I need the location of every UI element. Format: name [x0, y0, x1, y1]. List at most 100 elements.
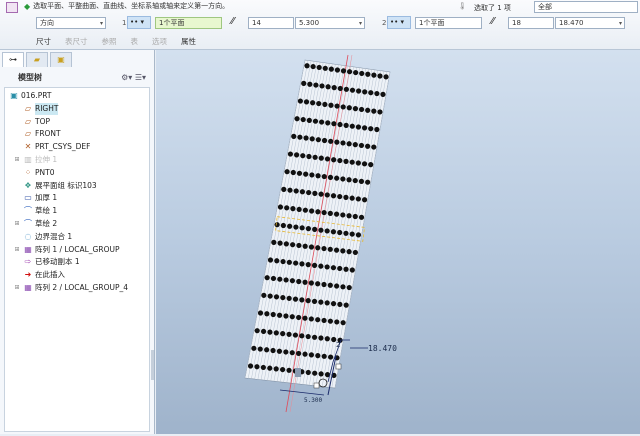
pattern-member-dot: [292, 332, 299, 338]
tree-item[interactable]: ▣ 016.PRT: [7, 90, 51, 102]
pattern-member-dot: [305, 369, 311, 376]
dir1-count-field[interactable]: 14: [248, 17, 294, 29]
tree-item[interactable]: ✕ PRT_CSYS_DEF: [13, 141, 91, 153]
tree-item[interactable]: ⁘ PNT0: [13, 167, 55, 179]
pattern-member-dot: [290, 242, 296, 248]
pattern-member-dot: [365, 179, 371, 185]
pattern-member-dot: [311, 262, 318, 268]
pattern-member-dot: [337, 229, 343, 236]
pattern-member-dot: [361, 125, 368, 131]
expand-icon[interactable]: ⊞: [13, 154, 21, 166]
tree-item[interactable]: ⊞ ▦ 阵列 2 / LOCAL_GROUP_4: [13, 282, 128, 294]
pattern-member-dot: [331, 85, 337, 91]
favorites-tab-icon[interactable]: ▣: [50, 52, 72, 67]
expand-icon[interactable]: ⊞: [13, 282, 21, 294]
pattern-member-dot: [257, 310, 264, 316]
pattern-member-dot: [287, 187, 293, 193]
datum-plane-icon: ▱: [24, 116, 32, 126]
tree-item[interactable]: ⊞ ▦ 阵列 1 / LOCAL_GROUP: [13, 244, 119, 256]
pattern-member-dot: [318, 299, 324, 305]
tree-item[interactable]: ⇨ 已移动副本 1: [13, 256, 80, 268]
pattern-member-dot: [361, 161, 368, 167]
tab-table[interactable]: 表: [131, 36, 139, 47]
pattern-member-dot: [374, 90, 380, 97]
tab-dimensions[interactable]: 尺寸: [36, 36, 51, 47]
pattern-member-dot: [328, 354, 334, 360]
panel-splitter[interactable]: [151, 350, 154, 380]
pattern-member-dot: [283, 241, 289, 247]
dir2-direction-button[interactable]: •• ▾: [387, 16, 411, 29]
tree-item[interactable]: ⊞ ⌒ 草绘 2: [13, 218, 57, 230]
pattern-member-dot: [309, 136, 315, 142]
tree-item[interactable]: ◌ 边界混合 1: [13, 231, 73, 243]
tree-item[interactable]: ⌒ 草绘 1: [13, 205, 57, 217]
dir1-spacing-field[interactable]: 5.300 ▾: [295, 17, 365, 29]
dir2-count-field[interactable]: 18: [508, 17, 554, 29]
model-view[interactable]: 18.470 2 5.300: [156, 50, 640, 434]
pattern-member-dot: [368, 126, 374, 132]
pattern-member-dot: [270, 311, 276, 318]
pattern-member-dot: [287, 151, 294, 157]
tree-item[interactable]: ▱ RIGHT: [13, 102, 59, 115]
pattern-member-dot: [281, 186, 287, 192]
model-tree-tab-icon[interactable]: ⊶: [2, 52, 24, 67]
pattern-member-dot: [312, 154, 318, 160]
pattern-member-dot: [340, 212, 346, 218]
model-tree-title: 模型树: [18, 73, 42, 82]
flip-direction-icon[interactable]: ⁄⁄: [231, 16, 234, 27]
tree-item[interactable]: ➜ 在此插入: [13, 269, 65, 281]
pattern-member-dot: [331, 157, 337, 163]
pattern-member-dot: [311, 298, 318, 304]
thermometer-icon: 🌡: [458, 2, 467, 10]
insert-here-icon: ➜: [24, 270, 32, 280]
pattern-member-dot: [318, 155, 324, 161]
folder-browser-tab-icon[interactable]: ▰: [26, 52, 48, 67]
expand-icon[interactable]: ⊞: [13, 218, 21, 230]
pattern-member-dot: [264, 311, 270, 317]
tree-item[interactable]: ▱ TOP: [13, 116, 50, 128]
sketch-icon: ⌒: [24, 206, 32, 216]
tree-item[interactable]: ▭ 加厚 1: [13, 192, 57, 204]
graphics-viewport[interactable]: 18.470 2 5.300: [156, 50, 640, 434]
pattern-member-dot: [333, 247, 340, 253]
flip-direction-icon[interactable]: ⁄⁄: [491, 16, 494, 27]
pattern-member-dot: [260, 328, 267, 335]
pattern-member-dot: [305, 226, 312, 232]
pattern-member-dot: [290, 206, 296, 212]
pattern-member-dot: [337, 157, 343, 164]
pattern-member-dot: [377, 109, 383, 115]
pattern-member-dot: [309, 208, 315, 214]
pattern-member-dot: [346, 105, 352, 111]
dir2-spacing-field[interactable]: 18.470 ▾: [555, 17, 625, 29]
message-text: 选取平面、平整曲面、直曲线、坐标系轴或轴来定义第一方向。: [33, 2, 230, 10]
tab-table-dimensions[interactable]: 表尺寸: [65, 36, 88, 47]
tab-options[interactable]: 选项: [152, 36, 167, 47]
pattern-member-dot: [303, 99, 310, 105]
pattern-member-dot: [337, 121, 343, 128]
pattern-type-select[interactable]: 方向 ▾: [36, 17, 106, 29]
tree-item[interactable]: ▱ FRONT: [13, 128, 61, 140]
filter-select[interactable]: 全部: [534, 1, 638, 13]
dir2-reference-field[interactable]: 1个平面: [415, 17, 482, 29]
tree-settings-icon[interactable]: ⚙▾: [121, 73, 132, 82]
show-menu-icon[interactable]: ☰▾: [135, 73, 146, 82]
tree-item[interactable]: ❖ 展平面组 标识103: [13, 180, 96, 192]
pattern-member-dot: [343, 266, 349, 272]
pattern-member-dot: [308, 244, 315, 250]
dir1-direction-button[interactable]: •• ▾: [127, 16, 151, 29]
expand-icon[interactable]: ⊞: [13, 244, 21, 256]
pattern-member-dot: [312, 118, 319, 124]
tree-item-label: 草绘 1: [35, 206, 58, 216]
pattern-member-dot: [321, 173, 327, 180]
pattern-member-dot: [371, 144, 377, 150]
pattern-member-dot: [322, 65, 328, 71]
pattern-member-dot: [267, 257, 274, 263]
pattern-member-dot: [280, 294, 286, 301]
tree-item[interactable]: ⊞ ▥ 拉伸 1: [13, 154, 57, 166]
tab-properties[interactable]: 属性: [181, 36, 196, 47]
tab-references[interactable]: 参照: [102, 36, 117, 47]
datum-point-icon: ⁘: [24, 167, 32, 177]
dir1-reference-field[interactable]: 1个平面: [155, 17, 222, 29]
pattern-member-dot: [318, 227, 324, 233]
dir1-index: 1: [122, 19, 127, 27]
